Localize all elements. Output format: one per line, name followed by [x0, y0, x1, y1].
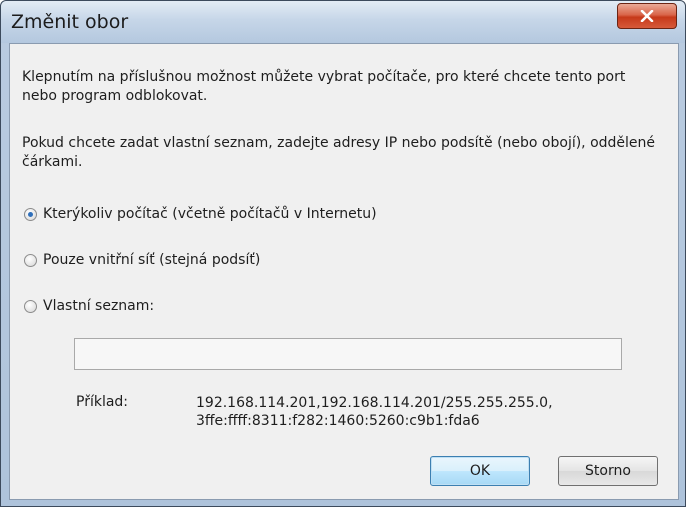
dialog-content: Klepnutím na příslušnou možnost můžete v…	[9, 43, 679, 500]
example-line-1: 192.168.114.201,192.168.114.201/255.255.…	[196, 395, 553, 411]
close-icon	[640, 10, 654, 22]
custom-list-input[interactable]	[74, 338, 622, 370]
cancel-button[interactable]: Storno	[558, 456, 658, 486]
option-any-computer[interactable]: Kterýkoliv počítač (včetně počítačů v In…	[24, 206, 377, 222]
option-any-computer-label[interactable]: Kterýkoliv počítač (včetně počítačů v In…	[43, 206, 377, 222]
example-line-2: 3ffe:ffff:8311:f282:1460:5260:c9b1:fda6	[196, 413, 480, 429]
option-custom-list-label[interactable]: Vlastní seznam:	[43, 298, 154, 314]
option-local-subnet-label[interactable]: Pouze vnitřní síť (stejná podsíť)	[43, 252, 260, 268]
close-button[interactable]	[617, 3, 677, 29]
intro-text: Klepnutím na příslušnou možnost můžete v…	[22, 69, 626, 104]
radio-local-subnet[interactable]	[24, 253, 37, 267]
ok-button[interactable]: OK	[430, 456, 530, 486]
change-scope-dialog: Změnit obor Klepnutím na příslušnou možn…	[0, 0, 686, 507]
example-value: 192.168.114.201,192.168.114.201/255.255.…	[196, 394, 636, 430]
radio-any-computer[interactable]	[24, 207, 37, 221]
option-local-subnet[interactable]: Pouze vnitřní síť (stejná podsíť)	[24, 252, 260, 268]
radio-custom-list[interactable]	[24, 299, 37, 313]
instructions-text: Pokud chcete zadat vlastní seznam, zadej…	[22, 135, 656, 170]
title-bar[interactable]: Změnit obor	[1, 1, 685, 43]
option-custom-list[interactable]: Vlastní seznam:	[24, 298, 154, 314]
example-label: Příklad:	[76, 394, 129, 410]
dialog-title: Změnit obor	[11, 11, 129, 33]
